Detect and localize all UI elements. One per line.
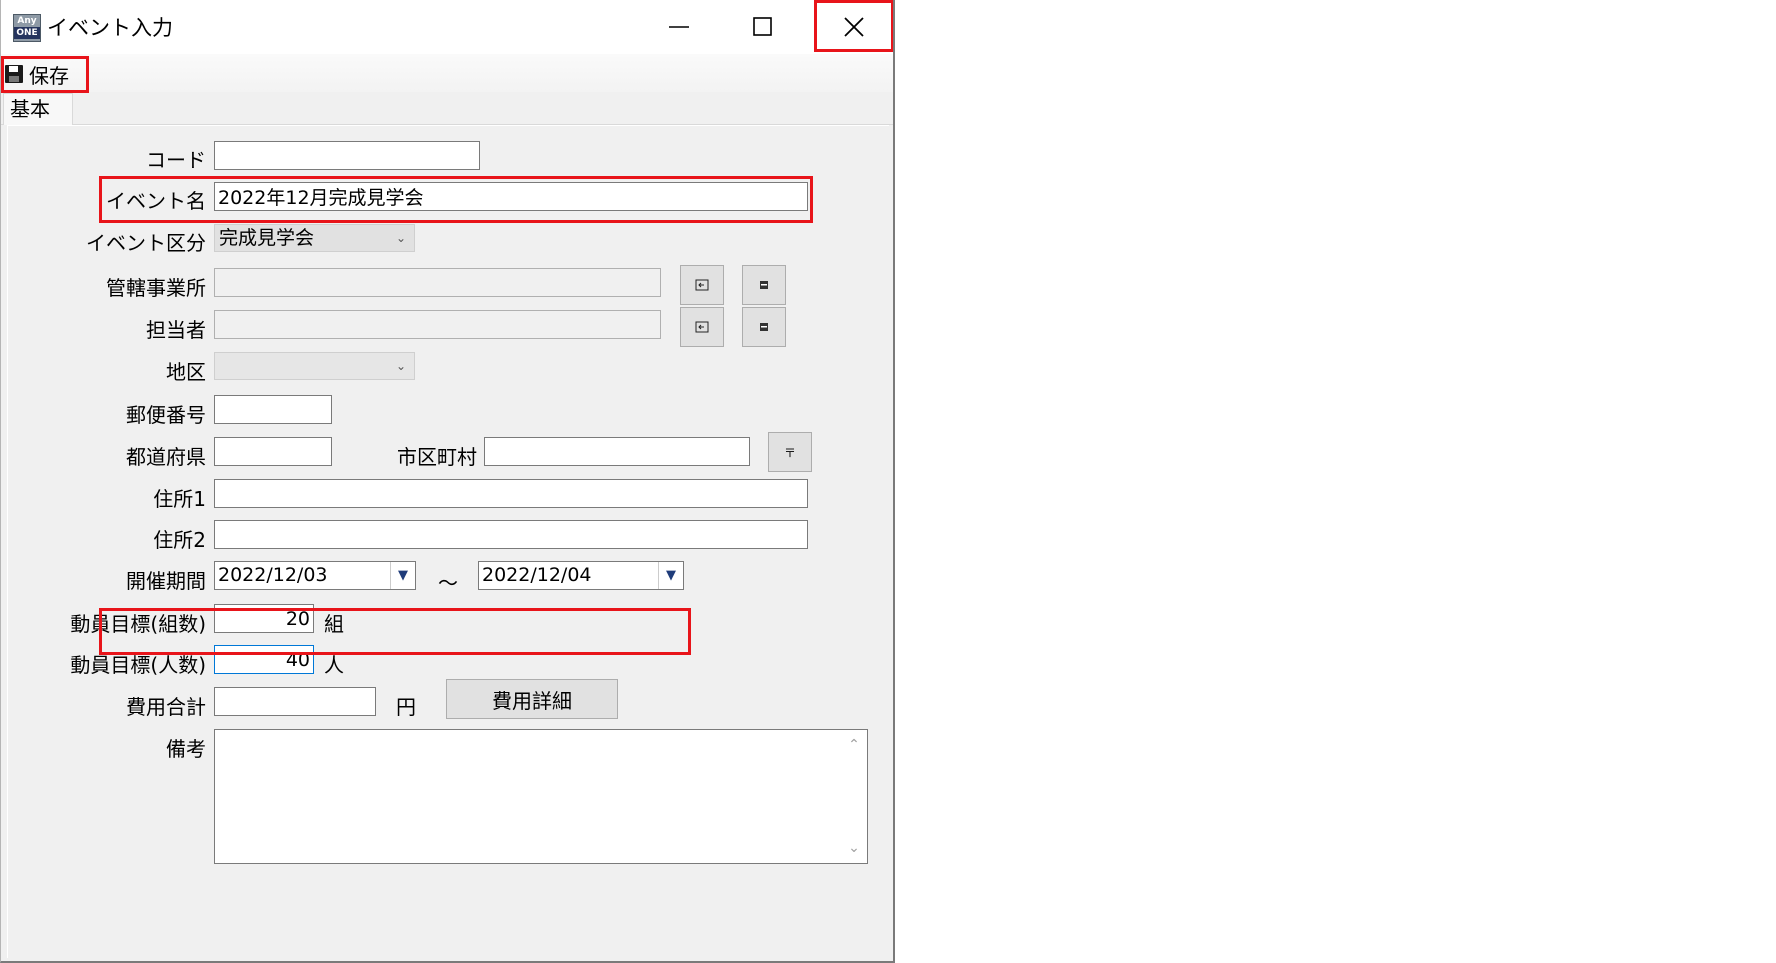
save-button-label: 保存	[29, 63, 69, 88]
office-select-button[interactable]	[680, 265, 724, 305]
eraser-icon	[760, 281, 768, 289]
period-label: 開催期間	[126, 569, 206, 593]
office-input[interactable]	[214, 268, 661, 297]
notes-scrollbar[interactable]: ⌃ ⌄	[841, 730, 867, 863]
city-input[interactable]	[484, 437, 750, 466]
scroll-down-icon[interactable]: ⌄	[841, 835, 867, 861]
chevron-down-icon: ⌄	[395, 231, 406, 245]
floppy-disk-icon	[5, 65, 23, 83]
maximize-button[interactable]	[723, 0, 803, 54]
minimize-icon	[669, 26, 689, 28]
period-end-value: 2022/12/04	[482, 564, 592, 586]
title-bar: Any ONE イベント入力	[1, 0, 893, 54]
staff-select-button[interactable]	[680, 307, 724, 347]
cost-detail-button[interactable]: 費用詳細	[446, 679, 618, 719]
code-label: コード	[146, 148, 206, 172]
anyone-app-icon: Any ONE	[13, 14, 41, 42]
select-arrow-icon	[695, 279, 709, 291]
address1-input[interactable]	[214, 479, 808, 508]
prefecture-input[interactable]	[214, 437, 332, 466]
address1-label: 住所1	[153, 487, 206, 511]
office-label: 管轄事業所	[106, 276, 206, 300]
period-end-datepicker[interactable]: 2022/12/04 ▼	[478, 561, 684, 590]
tab-strip: 基本	[1, 92, 893, 125]
save-button[interactable]: 保存	[5, 60, 69, 88]
target-groups-unit: 組	[324, 612, 344, 636]
target-people-unit: 人	[324, 653, 344, 677]
event-type-value: 完成見学会	[219, 227, 315, 249]
target-people-label: 動員目標(人数)	[70, 653, 206, 677]
prefecture-label: 都道府県	[126, 445, 206, 469]
dropdown-arrow-icon[interactable]: ▼	[390, 562, 415, 589]
postal-code-input[interactable]	[214, 395, 332, 424]
event-name-label: イベント名	[106, 189, 206, 213]
event-name-input[interactable]	[214, 182, 808, 211]
window-title: イベント入力	[47, 16, 173, 40]
staff-input[interactable]	[214, 310, 661, 339]
select-arrow-icon	[695, 321, 709, 333]
postal-mark-icon: 〒	[783, 445, 796, 460]
dropdown-arrow-icon[interactable]: ▼	[658, 562, 683, 589]
staff-clear-button[interactable]	[742, 307, 786, 347]
address2-label: 住所2	[153, 528, 206, 552]
maximize-icon	[753, 17, 772, 36]
close-icon	[844, 17, 864, 37]
event-type-label: イベント区分	[86, 231, 206, 255]
notes-label: 備考	[166, 737, 206, 761]
postal-code-label: 郵便番号	[126, 403, 206, 427]
event-entry-window: Any ONE イベント入力 保存 基本 コード イベント名 イベント区	[0, 0, 895, 963]
tab-basic[interactable]: 基本	[3, 93, 73, 125]
scroll-up-icon[interactable]: ⌃	[841, 732, 867, 758]
period-start-datepicker[interactable]: 2022/12/03 ▼	[214, 561, 416, 590]
code-input[interactable]	[214, 141, 480, 170]
district-select[interactable]: ⌄	[214, 352, 415, 380]
office-clear-button[interactable]	[742, 265, 786, 305]
eraser-icon	[760, 323, 768, 331]
basic-form-panel: コード イベント名 イベント区分 完成見学会 ⌄ 管轄事業所 担当者 地区	[7, 125, 889, 958]
notes-textarea[interactable]: ⌃ ⌄	[214, 729, 868, 864]
period-start-value: 2022/12/03	[218, 564, 328, 586]
chevron-down-icon: ⌄	[395, 359, 406, 373]
total-cost-unit: 円	[396, 695, 416, 719]
period-separator: ～	[438, 571, 458, 595]
address2-input[interactable]	[214, 520, 808, 549]
postal-lookup-button[interactable]: 〒	[768, 432, 812, 472]
target-people-input[interactable]	[214, 645, 314, 674]
close-button[interactable]	[814, 0, 893, 54]
event-type-select[interactable]: 完成見学会 ⌄	[214, 224, 415, 252]
staff-label: 担当者	[146, 318, 206, 342]
total-cost-input[interactable]	[214, 687, 376, 716]
toolbar: 保存	[1, 54, 893, 93]
target-groups-input[interactable]	[214, 604, 314, 633]
target-groups-label: 動員目標(組数)	[70, 612, 206, 636]
total-cost-label: 費用合計	[126, 695, 206, 719]
district-label: 地区	[166, 360, 206, 384]
city-label: 市区町村	[397, 445, 477, 469]
minimize-button[interactable]	[639, 0, 719, 54]
